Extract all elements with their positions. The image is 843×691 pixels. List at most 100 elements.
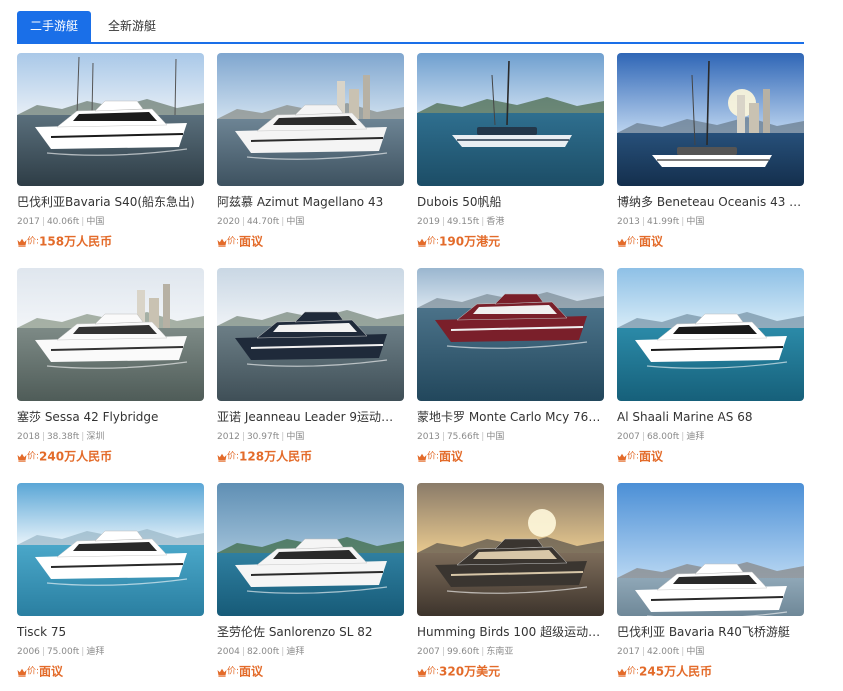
yacht-specs: 2007 | 68.00ft | 迪拜 xyxy=(617,431,704,443)
yacht-card[interactable]: 塞莎 Sessa 42 Flybridge 2018 | 38.38ft | 深圳 价:… xyxy=(17,268,204,473)
yacht-specs: 2018 | 38.38ft | 深圳 xyxy=(17,431,104,443)
yacht-photo[interactable] xyxy=(17,53,204,186)
yacht-title[interactable]: 蒙地卡罗 Monte Carlo Mcy 76飞... xyxy=(417,409,604,425)
yacht-card[interactable]: 博纳多 Beneteau Oceanis 43 Fa... 2013 | 41.99… xyxy=(617,53,804,258)
price-label: 价: xyxy=(27,666,40,677)
spec-separator: | xyxy=(241,647,245,657)
yacht-year: 2019 xyxy=(417,217,440,227)
spec-separator: | xyxy=(241,432,245,442)
yacht-photo[interactable] xyxy=(617,483,804,616)
yacht-photo[interactable] xyxy=(17,483,204,616)
listing-type-tabs: 二手游艇 全新游艇 xyxy=(17,11,804,44)
yacht-card[interactable]: 阿兹慕 Azimut Magellano 43 2020 | 44.70ft | 中国 … xyxy=(217,53,404,258)
price-label: 价: xyxy=(427,236,440,247)
crown-icon xyxy=(417,664,427,680)
yacht-price: 价:面议 xyxy=(617,448,663,465)
yacht-title[interactable]: 圣劳伦佐 Sanlorenzo SL 82 xyxy=(217,624,404,640)
yacht-length: 30.97ft xyxy=(246,432,280,442)
yacht-photo[interactable] xyxy=(417,483,604,616)
price-label: 价: xyxy=(27,451,40,462)
crown-icon xyxy=(417,449,427,465)
spec-separator: | xyxy=(441,217,445,227)
yacht-specs: 2012 | 30.97ft | 中国 xyxy=(217,431,304,443)
yacht-price: 价:面议 xyxy=(217,233,263,250)
crown-icon xyxy=(17,234,27,250)
yacht-title[interactable]: 塞莎 Sessa 42 Flybridge xyxy=(17,409,204,425)
spec-separator: | xyxy=(41,217,45,227)
yacht-year: 2007 xyxy=(417,647,440,657)
price-value: 320万美元 xyxy=(439,664,501,679)
yacht-photo[interactable] xyxy=(417,268,604,401)
yacht-title[interactable]: Humming Birds 100 超级运动游艇 xyxy=(417,624,604,640)
crown-icon xyxy=(417,234,427,250)
price-label: 价: xyxy=(427,451,440,462)
crown-icon xyxy=(17,449,27,465)
price-value: 面议 xyxy=(239,664,264,679)
yacht-location: 迪拜 xyxy=(286,647,305,657)
yacht-length: 82.00ft xyxy=(246,647,280,657)
price-value: 240万人民币 xyxy=(39,449,113,464)
yacht-photo[interactable] xyxy=(617,268,804,401)
yacht-price: 价:面议 xyxy=(17,663,63,680)
yacht-location: 中国 xyxy=(286,432,305,442)
price-label: 价: xyxy=(227,666,240,677)
yacht-title[interactable]: 阿兹慕 Azimut Magellano 43 xyxy=(217,194,404,210)
tab-new-yachts[interactable]: 全新游艇 xyxy=(91,11,173,42)
yacht-title[interactable]: 巴伐利亚Bavaria S40(船东急出) xyxy=(17,194,204,210)
price-label: 价: xyxy=(427,666,440,677)
yacht-title[interactable]: 亚诺 Jeanneau Leader 9运动游艇 xyxy=(217,409,404,425)
yacht-photo[interactable] xyxy=(217,53,404,186)
yacht-photo[interactable] xyxy=(617,53,804,186)
yacht-year: 2013 xyxy=(417,432,440,442)
yacht-length: 40.06ft xyxy=(46,217,80,227)
yacht-price: 价:320万美元 xyxy=(417,663,500,680)
yacht-photo[interactable] xyxy=(417,53,604,186)
yacht-title[interactable]: 博纳多 Beneteau Oceanis 43 Fa... xyxy=(617,194,804,210)
spec-separator: | xyxy=(441,432,445,442)
yacht-card[interactable]: 蒙地卡罗 Monte Carlo Mcy 76飞... 2013 | 75.66ft… xyxy=(417,268,604,473)
yacht-photo[interactable] xyxy=(217,483,404,616)
yacht-year: 2012 xyxy=(217,432,240,442)
crown-icon xyxy=(617,449,627,465)
yacht-title[interactable]: Tisck 75 xyxy=(17,624,204,640)
yacht-price: 价:面议 xyxy=(417,448,463,465)
yacht-card[interactable]: Dubois 50帆船 2019 | 49.15ft | 香港 价:190万港元 xyxy=(417,53,604,258)
yacht-card[interactable]: Humming Birds 100 超级运动游艇 2007 | 99.60ft | 东南… xyxy=(417,483,604,688)
yacht-location: 中国 xyxy=(686,647,705,657)
yacht-price: 价:面议 xyxy=(617,233,663,250)
spec-separator: | xyxy=(641,432,645,442)
yacht-year: 2017 xyxy=(617,647,640,657)
yacht-card[interactable]: 亚诺 Jeanneau Leader 9运动游艇 2012 | 30.97ft | 中国… xyxy=(217,268,404,473)
price-label: 价: xyxy=(627,451,640,462)
spec-separator: | xyxy=(441,647,445,657)
yacht-location: 香港 xyxy=(486,217,505,227)
yacht-card[interactable]: 巴伐利亚 Bavaria R40飞桥游艇 2017 | 42.00ft | 中国 价:2… xyxy=(617,483,804,688)
crown-icon xyxy=(17,664,27,680)
yacht-location: 东南亚 xyxy=(486,647,514,657)
yacht-specs: 2020 | 44.70ft | 中国 xyxy=(217,216,304,228)
price-value: 面议 xyxy=(639,449,664,464)
tab-used-yachts[interactable]: 二手游艇 xyxy=(17,11,91,42)
spec-separator: | xyxy=(641,217,645,227)
yacht-title[interactable]: Al Shaali Marine AS 68 xyxy=(617,409,804,425)
yacht-length: 75.66ft xyxy=(446,432,480,442)
yacht-card[interactable]: 巴伐利亚Bavaria S40(船东急出) 2017 | 40.06ft | 中国 价:… xyxy=(17,53,204,258)
yacht-photo[interactable] xyxy=(217,268,404,401)
yacht-title[interactable]: Dubois 50帆船 xyxy=(417,194,604,210)
yacht-year: 2004 xyxy=(217,647,240,657)
price-value: 面议 xyxy=(239,234,264,249)
yacht-specs: 2017 | 40.06ft | 中国 xyxy=(17,216,104,228)
yacht-year: 2006 xyxy=(17,647,40,657)
crown-icon xyxy=(217,234,227,250)
price-label: 价: xyxy=(227,451,240,462)
yacht-specs: 2019 | 49.15ft | 香港 xyxy=(417,216,504,228)
spec-separator: | xyxy=(641,647,645,657)
yacht-card[interactable]: 圣劳伦佐 Sanlorenzo SL 82 2004 | 82.00ft | 迪拜 价:… xyxy=(217,483,404,688)
yacht-card[interactable]: Tisck 75 2006 | 75.00ft | 迪拜 价:面议 xyxy=(17,483,204,688)
yacht-title[interactable]: 巴伐利亚 Bavaria R40飞桥游艇 xyxy=(617,624,804,640)
yacht-specs: 2013 | 75.66ft | 中国 xyxy=(417,431,504,443)
yacht-card[interactable]: Al Shaali Marine AS 68 2007 | 68.00ft | 迪拜 价… xyxy=(617,268,804,473)
yacht-price: 价:190万港元 xyxy=(417,233,500,250)
yacht-length: 68.00ft xyxy=(646,432,680,442)
yacht-photo[interactable] xyxy=(17,268,204,401)
